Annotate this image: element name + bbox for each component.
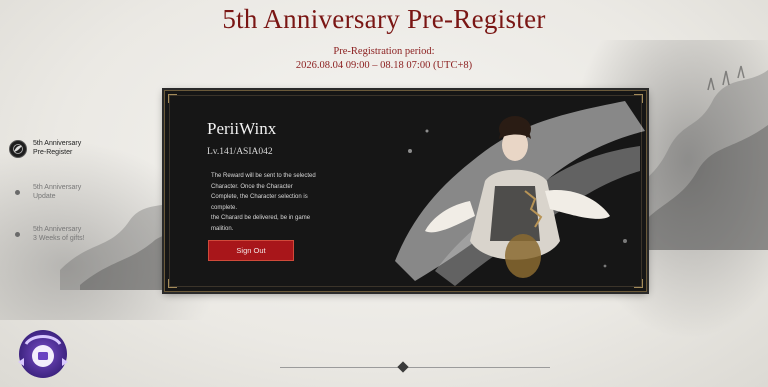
corner-ornament	[168, 94, 177, 103]
registration-period-label: Pre-Registration period:	[333, 46, 435, 57]
nav-dot-icon	[15, 190, 20, 195]
nav-label-line2: Pre-Register	[33, 148, 73, 156]
registration-period-dates: 2026.08.04 09:00 – 08.18 07:00 (UTC+8)	[295, 60, 473, 71]
side-navigation: 5th Anniversary Pre-Register 5th Anniver…	[8, 138, 118, 258]
notice-line: Character. Once the Character	[211, 183, 293, 190]
nav-label-line1: 5th Anniversary	[33, 226, 82, 233]
notice-line: malition.	[211, 225, 234, 232]
character-artwork	[395, 101, 645, 286]
nav-label-line1: 5th Anniversary	[33, 140, 82, 147]
footer-diamond-ornament	[397, 361, 409, 373]
chat-bubble-badge-icon[interactable]	[10, 322, 76, 382]
notice-line: the Charard be delivered, be in game	[211, 215, 311, 221]
nav-label-line2: 3 Weeks of gifts!	[33, 234, 85, 242]
character-level: Lv.141/ASIA042	[207, 147, 273, 157]
corner-ornament	[168, 279, 177, 288]
sign-out-button[interactable]: Sign Out	[208, 240, 294, 261]
footer-divider	[280, 367, 550, 368]
nav-label-line1: 5th Anniversary	[33, 184, 82, 191]
notice-line: Complete, the Character selection is	[211, 194, 308, 200]
page-title: 5th Anniversary Pre-Register	[222, 4, 546, 34]
notice-line: The Reward will be sent to the selected	[211, 173, 316, 179]
nav-item-update[interactable]: 5th Anniversary Update	[8, 182, 118, 222]
reward-notice: The Reward will be sent to the selected …	[211, 171, 351, 234]
nav-item-gifts[interactable]: 5th Anniversary 3 Weeks of gifts!	[8, 224, 118, 264]
character-panel: PeriiWinx Lv.141/ASIA042 The Reward will…	[164, 90, 647, 292]
nav-dot-icon	[15, 232, 20, 237]
notice-line: complete.	[211, 204, 238, 211]
character-name: PeriiWinx	[207, 119, 277, 138]
nav-label-line2: Update	[33, 192, 56, 200]
brush-emblem-icon	[9, 140, 27, 158]
nav-item-pre-register[interactable]: 5th Anniversary Pre-Register	[8, 138, 118, 178]
